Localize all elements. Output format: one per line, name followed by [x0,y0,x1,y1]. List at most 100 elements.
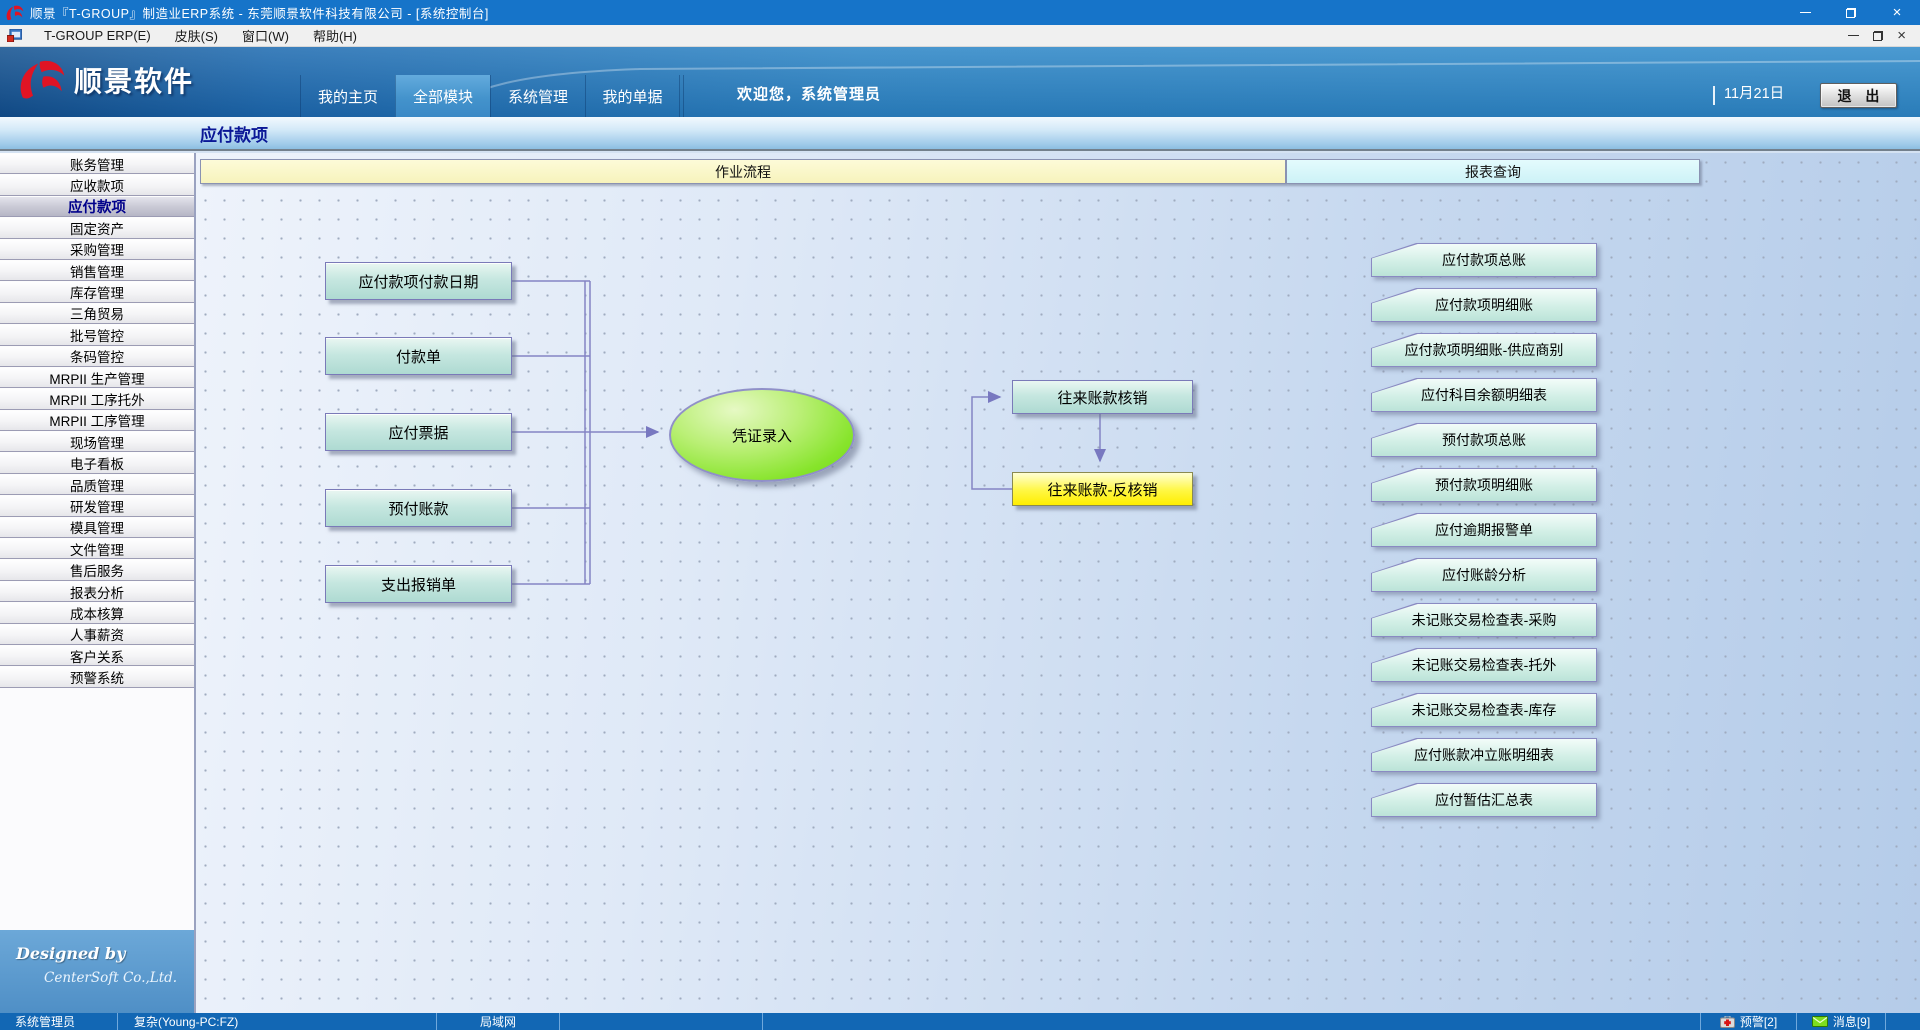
report-button-prepayment-ledger[interactable]: 预付款项总账 [1371,423,1597,457]
titlebar: 顺景『T-GROUP』制造业ERP系统 - 东莞顺景软件科技有限公司 - [系统… [0,0,1920,25]
tab-my-documents[interactable]: 我的单据 [585,75,680,117]
messages-label: 消息[9] [1833,1013,1870,1030]
status-machine: 复杂(Young-PC:FZ) [118,1013,437,1030]
designed-by-panel: Designed by CenterSoft Co.,Ltd. [0,930,194,1013]
sidebar-item-alert-system[interactable]: 预警系统 [0,666,194,687]
report-button-payable-account-balance[interactable]: 应付科目余额明细表 [1371,378,1597,412]
brand: 顺景软件 [14,57,194,103]
status-spacer [763,1013,1701,1030]
sidebar-item-report-analysis[interactable]: 报表分析 [0,581,194,602]
page-title: 应付款项 [200,121,268,146]
subheader: 应付款项 [0,117,1920,151]
status-alerts[interactable]: 预警[2] [1701,1013,1797,1030]
app-logo-icon [4,4,24,22]
report-button-prepayment-detail[interactable]: 预付款项明细账 [1371,468,1597,502]
sidebar-item-barcode-control[interactable]: 条码管控 [0,346,194,367]
tab-system-management[interactable]: 系统管理 [490,75,585,117]
designed-by-line1: Designed by [16,944,194,963]
sidebar-item-inventory[interactable]: 库存管理 [0,281,194,302]
status-messages[interactable]: 消息[9] [1797,1013,1886,1030]
erp-application-window: 顺景『T-GROUP』制造业ERP系统 - 东莞顺景软件科技有限公司 - [系统… [0,0,1920,1030]
menu-item-skin[interactable]: 皮肤(S) [163,25,230,46]
body: 账务管理 应收款项 应付款项 固定资产 采购管理 销售管理 库存管理 三角贸易 … [0,153,1920,1013]
sidebar-item-quality[interactable]: 品质管理 [0,474,194,495]
section-header-workflow: 作业流程 [200,159,1286,184]
status-user: 系统管理员 [0,1013,118,1030]
minimize-button[interactable] [1782,0,1828,25]
tab-all-modules[interactable]: 全部模块 [395,75,490,117]
sidebar-item-e-kanban[interactable]: 电子看板 [0,452,194,473]
flow-node-voucher-entry[interactable]: 凭证录入 [669,388,855,482]
section-header-reports: 报表查询 [1286,159,1700,184]
sidebar-item-payables-selected[interactable]: 应付款项 [0,196,194,217]
sidebar-item-receivables[interactable]: 应收款项 [0,174,194,195]
sidebar-item-accounting[interactable]: 账务管理 [0,153,194,174]
mdi-close-icon[interactable]: × [1897,28,1906,43]
main-tabs: 我的主页 全部模块 系统管理 我的单据 [300,75,680,117]
tab-my-homepage[interactable]: 我的主页 [300,75,395,117]
sidebar-item-rnd[interactable]: 研发管理 [0,495,194,516]
menubar: T-GROUP ERP(E) 皮肤(S) 窗口(W) 帮助(H) × [0,25,1920,47]
menu-app-icon [7,29,22,42]
sidebar-item-mold[interactable]: 模具管理 [0,517,194,538]
brand-logo-icon [14,57,66,103]
mdi-minimize-icon[interactable] [1848,35,1859,36]
sidebar-item-document[interactable]: 文件管理 [0,538,194,559]
header-separator [683,75,684,117]
close-button[interactable]: × [1874,0,1920,25]
first-aid-kit-icon [1720,1016,1735,1028]
report-button-payables-detail-by-supplier[interactable]: 应付款项明细账-供应商别 [1371,333,1597,367]
sidebar-item-purchasing[interactable]: 采购管理 [0,239,194,260]
date-separator [1713,86,1715,105]
report-button-unposted-check-outsourcing[interactable]: 未记账交易检查表-托外 [1371,648,1597,682]
report-button-payables-ledger[interactable]: 应付款项总账 [1371,243,1597,277]
report-button-unposted-check-purchase[interactable]: 未记账交易检查表-采购 [1371,603,1597,637]
sidebar-item-sales[interactable]: 销售管理 [0,260,194,281]
report-button-unposted-check-inventory[interactable]: 未记账交易检查表-库存 [1371,693,1597,727]
sidebar-item-fixed-assets[interactable]: 固定资产 [0,217,194,238]
menu-item-tgroup-erp[interactable]: T-GROUP ERP(E) [32,25,163,46]
current-date: 11月21日 [1724,82,1784,103]
restore-icon [1846,8,1856,18]
status-tail [1886,1013,1920,1030]
flow-node-payable-notes[interactable]: 应付票据 [325,413,512,451]
sidebar-item-triangle-trade[interactable]: 三角贸易 [0,303,194,324]
exit-button[interactable]: 退 出 [1820,83,1897,108]
sidebar-item-crm[interactable]: 客户关系 [0,645,194,666]
welcome-text: 欢迎您，系统管理员 [737,83,881,104]
flow-node-reverse-write-off[interactable]: 往来账款-反核销 [1012,472,1193,506]
main-canvas: 作业流程 报表查询 [196,153,1920,1013]
window-title: 顺景『T-GROUP』制造业ERP系统 - 东莞顺景软件科技有限公司 - [系统… [30,3,489,22]
sidebar-item-mrp2-production[interactable]: MRPII 生产管理 [0,367,194,388]
app-header: 顺景软件 我的主页 全部模块 系统管理 我的单据 欢迎您，系统管理员 11月21… [0,47,1920,117]
header-sweep-decoration [0,47,1920,117]
designed-by-line2: CenterSoft Co.,Ltd. [44,970,194,986]
report-button-aging-analysis[interactable]: 应付账龄分析 [1371,558,1597,592]
mdi-restore-icon[interactable] [1873,31,1883,41]
flow-node-payment-date[interactable]: 应付款项付款日期 [325,262,512,300]
sidebar-item-lot-control[interactable]: 批号管控 [0,324,194,345]
report-button-overdue-alert[interactable]: 应付逾期报警单 [1371,513,1597,547]
sidebar-item-hr-payroll[interactable]: 人事薪资 [0,624,194,645]
restore-button[interactable] [1828,0,1874,25]
report-button-payables-detail[interactable]: 应付款项明细账 [1371,288,1597,322]
flow-node-expense-report[interactable]: 支出报销单 [325,565,512,603]
report-button-estimate-summary[interactable]: 应付暂估汇总表 [1371,783,1597,817]
alerts-label: 预警[2] [1740,1013,1777,1030]
statusbar: 系统管理员 复杂(Young-PC:FZ) 局域网 预警[2] 消息[9] [0,1013,1920,1030]
menu-item-window[interactable]: 窗口(W) [230,25,301,46]
sidebar-item-shopfloor[interactable]: 现场管理 [0,431,194,452]
flow-node-prepayment[interactable]: 预付账款 [325,489,512,527]
status-blank [560,1013,763,1030]
sidebar-item-cost-accounting[interactable]: 成本核算 [0,602,194,623]
sidebar-item-mrp2-outsourcing[interactable]: MRPII 工序托外 [0,388,194,409]
flow-node-write-off[interactable]: 往来账款核销 [1012,380,1193,414]
minimize-icon [1800,12,1811,13]
sidebar-item-after-sales[interactable]: 售后服务 [0,559,194,580]
report-button-offset-detail[interactable]: 应付账款冲立账明细表 [1371,738,1597,772]
menu-item-help[interactable]: 帮助(H) [301,25,369,46]
mdi-window-controls: × [1848,28,1920,43]
flow-node-payment-order[interactable]: 付款单 [325,337,512,375]
close-icon: × [1893,5,1902,20]
sidebar-item-mrp2-process[interactable]: MRPII 工序管理 [0,410,194,431]
